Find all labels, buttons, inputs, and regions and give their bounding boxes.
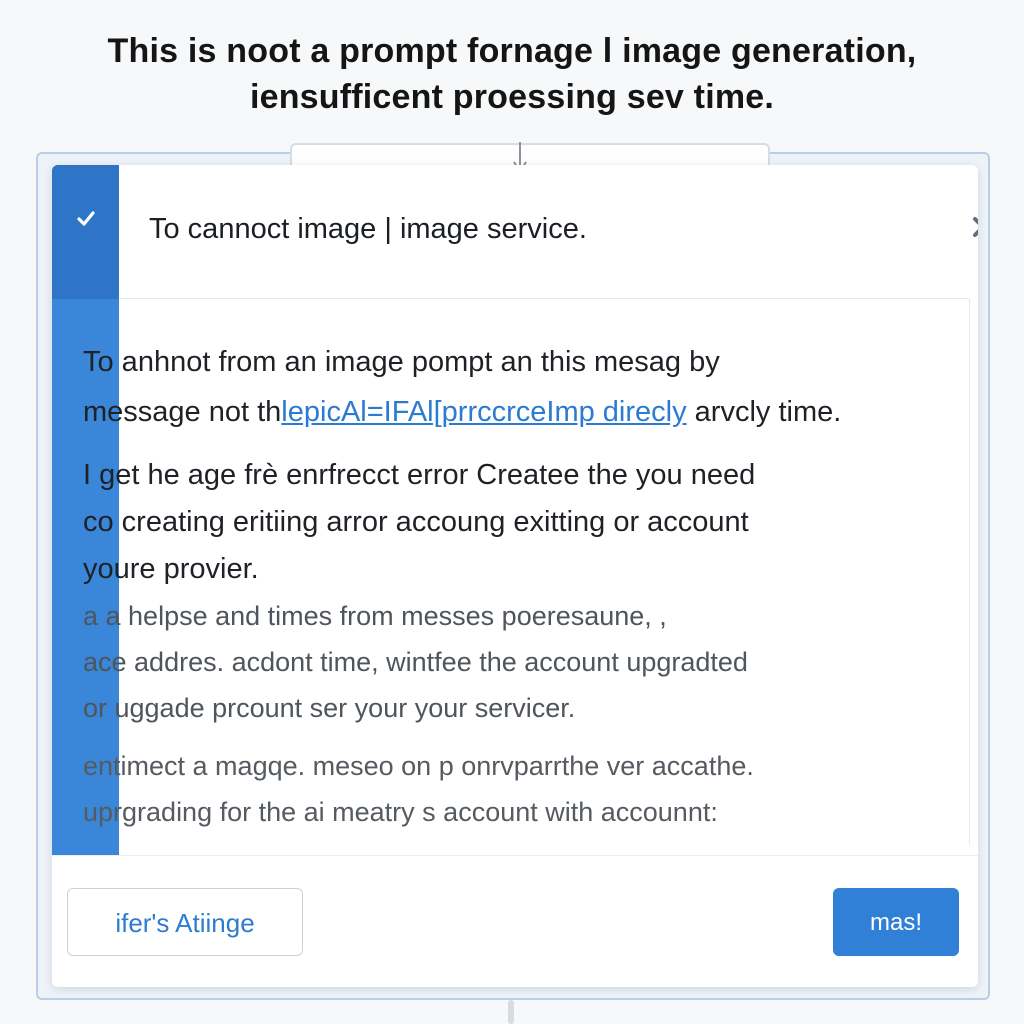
dialog-top-tab: [290, 143, 770, 165]
body-paragraph-4: entimect a magqe. meseo on p onrvparrthe…: [83, 743, 754, 835]
resize-handle[interactable]: [508, 1000, 514, 1024]
paragraph-text: message not th: [83, 396, 282, 428]
secondary-button[interactable]: ifer's Atiinge: [67, 888, 303, 956]
accent-strip-header: [52, 165, 119, 299]
dialog-header: To cannoct image | image service.: [119, 165, 978, 299]
headline-line-1: This is noot a prompt fornage l image ge…: [107, 32, 917, 70]
paragraph-line: co creating eritiing arror accoung exitt…: [83, 506, 749, 538]
dialog-card: To cannoct image | image service. To anh…: [52, 165, 978, 987]
paragraph-line-with-link: message not thlepicAl=IFAl[prrccrceImp d…: [83, 387, 841, 437]
paragraph-line: entimect a magqe. meseo on p onrvparrthe…: [83, 751, 754, 781]
paragraph-line: I get he age frè enrfrecct error Createe…: [83, 459, 756, 491]
check-icon: [77, 211, 95, 226]
close-button[interactable]: [965, 209, 978, 245]
paragraph-line: or uggade prcount ser your your servicer…: [83, 693, 576, 723]
body-paragraph-1: To anhnot from an image pompt an this me…: [83, 337, 841, 437]
body-paragraph-3: a a helpse and times from messes poeresa…: [83, 593, 748, 731]
dialog-title: To cannoct image | image service.: [149, 213, 587, 245]
body-paragraph-2: I get he age frè enrfrecct error Createe…: [83, 452, 755, 593]
paragraph-line: a a helpse and times from messes poeresa…: [83, 601, 667, 631]
primary-button[interactable]: mas!: [833, 888, 959, 956]
paragraph-line: ace addres. acdont time, wintfee the acc…: [83, 647, 748, 677]
paragraph-line: uprgrading for the ai meatry s account w…: [83, 797, 718, 827]
close-icon: [973, 217, 978, 237]
paragraph-line: To anhnot from an image pompt an this me…: [83, 346, 720, 378]
page-headline: This is noot a prompt fornage l image ge…: [0, 28, 1024, 120]
headline-line-2: iensufficent proessing sev time.: [249, 78, 775, 116]
dialog-footer: ifer's Atiinge mas!: [52, 855, 978, 987]
paragraph-line: youre provier.: [83, 553, 259, 585]
paragraph-text: arvcly time.: [686, 396, 842, 428]
inline-link[interactable]: lepicAl=IFAl[prrccrceImp direcly: [281, 396, 686, 428]
